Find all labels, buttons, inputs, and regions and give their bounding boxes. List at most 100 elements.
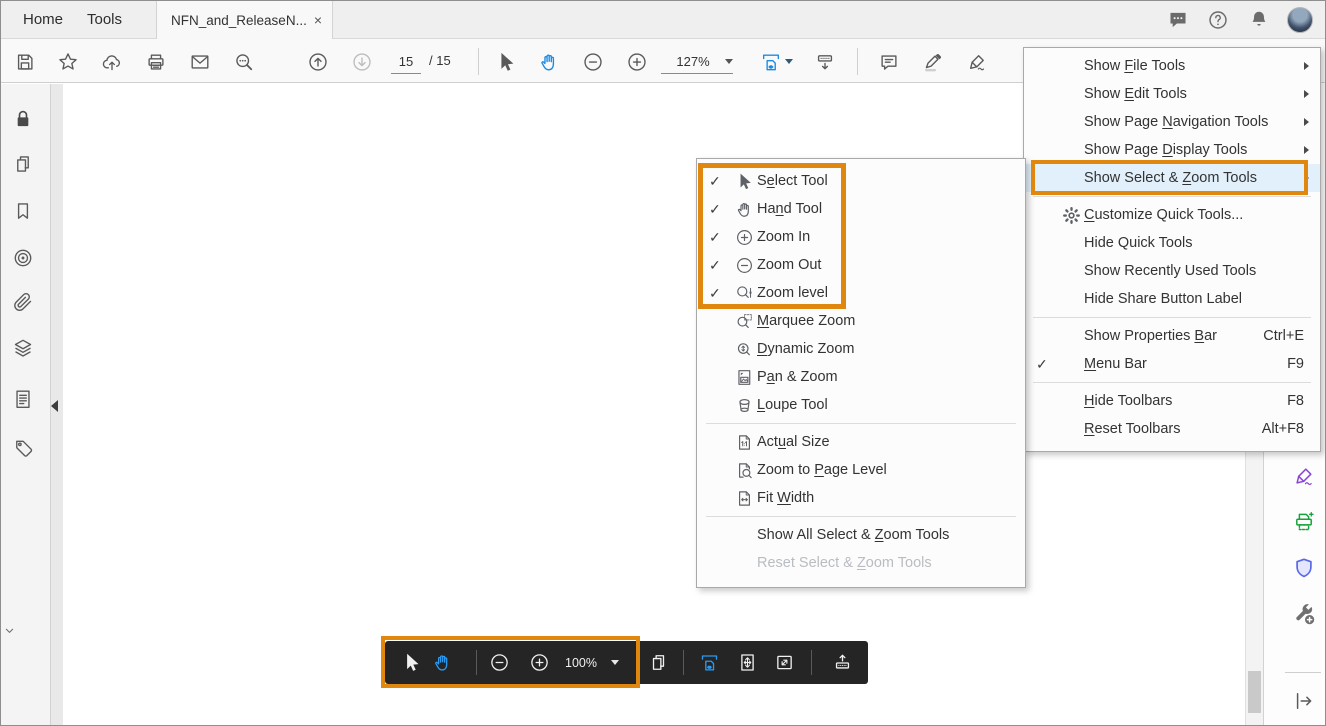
zoom-in-button[interactable] [620,47,654,77]
hud-full-screen-button[interactable] [772,650,797,675]
star-button[interactable] [51,47,85,77]
page-thumbnails-panel-button[interactable] [11,152,35,176]
menu-item-label: Hide Quick Tools [1084,235,1193,251]
zoom-value: 127% [676,53,710,69]
save-button[interactable] [8,47,42,77]
chat-icon [1167,9,1189,31]
menu-item-customize-quick-tools[interactable]: Customize Quick Tools... [1024,201,1320,229]
page-number-input[interactable] [391,49,421,74]
page-number-field[interactable] [391,49,421,74]
fit-width-dropdown-icon[interactable] [785,59,793,64]
menu-item-label: Customize Quick Tools... [1084,207,1244,223]
menu-item-hide-share-button-label[interactable]: Hide Share Button Label [1024,285,1320,313]
cloud-upload-button[interactable] [95,47,129,77]
select-tool-button[interactable] [489,47,523,77]
menu-shortcut: F8 [1287,393,1304,409]
icon-placeholder [1058,289,1084,309]
security-panel-button[interactable] [11,107,35,131]
fill-sign-button[interactable] [960,47,994,77]
toolbar-visibility-button[interactable] [808,47,842,77]
attachments-panel-button[interactable] [11,290,35,314]
print-button[interactable] [139,47,173,77]
expand-tools-pane-button[interactable] [1292,689,1316,713]
zoom-out-button[interactable] [576,47,610,77]
next-page-button [345,47,379,77]
menu-item-label: Show Edit Tools [1084,86,1187,102]
menu-item-label: Menu Bar [1084,356,1147,372]
menu-item-loupe-tool[interactable]: Loupe Tool [697,391,1025,419]
hand-tool-button[interactable] [532,47,566,77]
hud-show-toolbar-button[interactable] [830,650,855,675]
submenu-arrow-icon [1304,146,1309,154]
menu-item-label: Reset Toolbars [1084,421,1181,437]
hud-fit-width-button[interactable] [697,650,722,675]
icon-placeholder [1058,140,1084,160]
menu-item-fit-width[interactable]: Fit Width [697,484,1025,512]
menu-item-marquee-zoom[interactable]: Marquee Zoom [697,307,1025,335]
bell-icon [1248,9,1270,31]
submenu-arrow-icon [1304,118,1309,126]
bookmarks-panel-button[interactable] [11,199,35,223]
menu-item-reset-toolbars[interactable]: Reset Toolbars Alt+F8 [1024,415,1320,443]
wrench-plus-icon [1292,602,1316,626]
menu-item-dynamic-zoom[interactable]: Dynamic Zoom [697,335,1025,363]
chevron-down-icon [725,58,733,64]
rail-separator [1285,672,1321,673]
menu-item-zoom-to-page-level[interactable]: Zoom to Page Level [697,456,1025,484]
fill-sign-tool[interactable] [1292,464,1316,488]
menu-item-label: Actual Size [757,434,830,450]
collapse-panel-icon[interactable] [51,400,58,412]
menu-shortcut: Alt+F8 [1261,421,1304,437]
menu-item-show-recently-used-tools[interactable]: Show Recently Used Tools [1024,257,1320,285]
page-lines-icon [12,388,34,410]
hud-separator [811,650,812,675]
menu-item-actual-size[interactable]: Actual Size [697,428,1025,456]
hud-page-view-button[interactable] [646,650,671,675]
feedback-chat-button[interactable] [1165,7,1191,33]
content-panel-button[interactable] [11,387,35,411]
menu-separator [1033,317,1311,318]
tab-tools[interactable]: Tools [73,1,136,39]
scrollbar-thumb[interactable] [1248,671,1261,713]
menu-separator [1033,382,1311,383]
more-tools-button[interactable] [1292,602,1316,626]
menu-item-pan-zoom[interactable]: Pan & Zoom [697,363,1025,391]
icon-placeholder [1058,56,1084,76]
page-total-label: / 15 [429,53,451,68]
icon-placeholder [1058,326,1084,346]
tags-panel-button[interactable] [11,437,35,461]
destinations-panel-button[interactable] [11,246,35,270]
toolbar-context-menu: Show File Tools Show Edit Tools Show Page … [1023,47,1321,452]
menu-item-show-all-select-zoom-tools[interactable]: Show All Select & Zoom Tools [697,521,1025,549]
protect-tool[interactable] [1292,556,1316,580]
fit-width-button[interactable] [754,47,788,77]
previous-page-button[interactable] [301,47,335,77]
close-tab-icon[interactable]: × [314,12,322,28]
comment-button[interactable] [872,47,906,77]
scan-ocr-tool[interactable] [1292,510,1316,534]
pages-icon [12,153,34,175]
highlight-button[interactable] [916,47,950,77]
help-button[interactable] [1205,7,1231,33]
menu-item-hide-toolbars[interactable]: Hide Toolbars F8 [1024,387,1320,415]
menu-item-show-page-navigation-tools[interactable]: Show Page Navigation Tools [1024,108,1320,136]
menu-item-show-edit-tools[interactable]: Show Edit Tools [1024,80,1320,108]
avatar[interactable] [1287,7,1313,33]
notifications-button[interactable] [1246,7,1272,33]
shield-icon [1292,556,1316,580]
layers-panel-button[interactable] [11,336,35,360]
expand-pane-icon [1292,689,1316,713]
menu-item-menu-bar[interactable]: ✓ Menu Bar F9 [1024,350,1320,378]
hud-fit-one-page-button[interactable] [735,650,760,675]
icon-placeholder [1058,419,1084,439]
document-tab[interactable]: NFN_and_ReleaseN... × [156,1,333,39]
menu-item-show-file-tools[interactable]: Show File Tools [1024,52,1320,80]
email-button[interactable] [183,47,217,77]
zoom-level-dropdown[interactable]: 127% [661,49,733,74]
menu-item-hide-quick-tools[interactable]: Hide Quick Tools [1024,229,1320,257]
marquee-zoom-icon [731,311,757,331]
scroll-down-icon[interactable] [2,623,17,638]
menu-item-show-properties-bar[interactable]: Show Properties Bar Ctrl+E [1024,322,1320,350]
tab-home[interactable]: Home [9,1,77,39]
search-button[interactable] [227,47,261,77]
